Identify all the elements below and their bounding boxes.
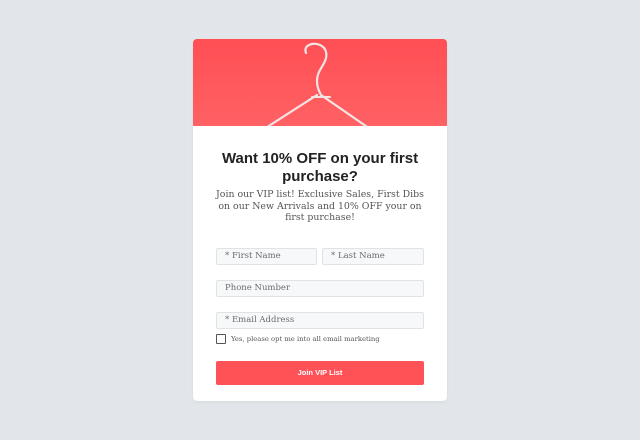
last-name-input[interactable]: * Last Name <box>322 248 424 265</box>
optin-label: Yes, please opt me into all email market… <box>231 335 380 343</box>
vip-signup-popup: Want 10% OFF on your first purchase? Joi… <box>193 39 447 401</box>
hero-banner <box>193 39 447 126</box>
popup-subtitle: Join our VIP list! Exclusive Sales, Firs… <box>216 189 424 223</box>
first-name-input[interactable]: * First Name <box>216 248 317 265</box>
phone-number-input[interactable]: Phone Number <box>216 280 424 297</box>
optin-checkbox[interactable] <box>216 334 226 344</box>
email-optin[interactable]: Yes, please opt me into all email market… <box>216 333 436 345</box>
email-address-input[interactable]: * Email Address <box>216 312 424 329</box>
popup-title: Want 10% OFF on your first purchase? <box>221 150 419 185</box>
coat-hanger-icon <box>266 42 368 126</box>
join-vip-button[interactable]: Join VIP List <box>216 361 424 385</box>
